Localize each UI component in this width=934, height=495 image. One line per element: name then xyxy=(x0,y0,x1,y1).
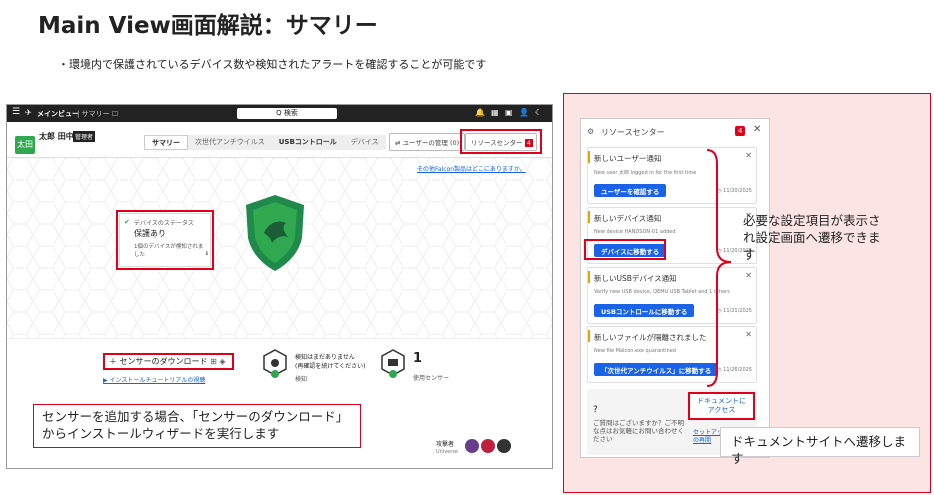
detection-icon xyxy=(263,349,287,378)
attacker-sub: Universe xyxy=(436,449,458,455)
search-input[interactable]: Q 検索 xyxy=(237,108,337,119)
tab-devices[interactable]: デバイス xyxy=(344,135,386,150)
go-to-ngav-button[interactable]: 「次世代アンチウイルス」に移動する xyxy=(594,363,719,376)
resource-icon: ⚙ xyxy=(587,127,595,136)
attacker-avatar-1[interactable] xyxy=(465,439,479,453)
divider xyxy=(7,338,552,339)
menu-label[interactable]: メインビュー xyxy=(37,109,79,119)
role-badge: 管理者 xyxy=(73,131,96,142)
attacker-avatar-2[interactable] xyxy=(481,439,495,453)
help-question: ご質問はございますか？ご不明な点はお気軽にお問い合わせください xyxy=(593,419,684,443)
sensors-value: 1 xyxy=(413,351,423,366)
bracket-icon xyxy=(706,149,732,387)
view-tabs: サマリー 次世代アンチウイルス USBコントロール デバイス xyxy=(144,135,386,150)
sensor-callout: センサーを追加する場合、「センサーのダウンロード」からインストールウィザードを実… xyxy=(33,404,361,448)
bell-icon[interactable]: 🔔 xyxy=(475,108,485,117)
sensor-download-button[interactable]: ＋ センサーのダウンロード ⊞ ◈ xyxy=(103,353,234,370)
settings-callout: 必要な設定項目が表示され設定画面へ遷移できます xyxy=(743,213,881,262)
user-management-button[interactable]: ⇄ ユーザーの管理 (0) xyxy=(389,133,466,151)
install-tutorial-link[interactable]: ▶ インストールチュートリアルの視聴 xyxy=(103,375,205,384)
help-icon[interactable]: ▣ xyxy=(505,108,513,117)
close-icon[interactable]: ✕ xyxy=(745,151,752,160)
panel-title: リソースセンター xyxy=(601,128,665,137)
other-products-link[interactable]: その他Falcon製品はどこにありますか。 xyxy=(417,164,526,173)
falcon-logo-icon: ✈ xyxy=(25,108,32,117)
sensor-icon xyxy=(381,349,405,378)
close-icon[interactable]: ✕ xyxy=(745,330,752,339)
attacker-label: 攻撃者 xyxy=(436,441,455,448)
close-icon[interactable]: ✕ xyxy=(745,271,752,280)
detection-sub: (再確認を続けてください) xyxy=(295,363,366,370)
breadcrumb: | サマリー ☐ xyxy=(77,110,119,118)
go-to-usb-button[interactable]: USBコントロールに移動する xyxy=(594,304,695,317)
highlight-device-button xyxy=(584,239,666,260)
highlight-device-status xyxy=(116,210,214,270)
highlight-resource-center xyxy=(460,129,542,154)
grid-icon[interactable]: ▦ xyxy=(491,108,499,117)
tab-ngav[interactable]: 次世代アンチウイルス xyxy=(188,135,272,150)
sensors-label: 使用センサー xyxy=(413,375,450,382)
user-icon[interactable]: 👤 xyxy=(519,108,529,117)
close-icon[interactable]: ✕ xyxy=(753,124,761,135)
top-bar: ☰ ✈ メインビュー | サマリー ☐ Q 検索 🔔 ▦ ▣ 👤 ☾ xyxy=(7,105,552,122)
docs-callout: ドキュメントサイトへ遷移します xyxy=(720,427,920,466)
docs-access-button[interactable]: ドキュメントにアクセス xyxy=(688,392,755,420)
question-icon: ? xyxy=(593,405,598,415)
hamburger-icon[interactable]: ☰ xyxy=(12,107,20,117)
attacker-avatar-3[interactable] xyxy=(497,439,511,453)
detection-label: 検知 xyxy=(295,376,308,383)
tab-summary[interactable]: サマリー xyxy=(144,135,188,150)
check-user-button[interactable]: ユーザーを確認する xyxy=(594,184,667,197)
slide-subtitle: ・環境内で保護されているデバイス数や検知されたアラートを確認することが可能です xyxy=(58,58,487,71)
tab-usb[interactable]: USBコントロール xyxy=(272,135,344,150)
os-icons: ⊞ ◈ xyxy=(210,357,226,366)
user-name: 太郎 田中 xyxy=(39,132,74,141)
panel-badge: 4 xyxy=(735,126,746,136)
avatar: 太田 xyxy=(15,136,35,154)
shield-icon xyxy=(246,195,304,271)
slide-title: Main View画面解説：サマリー xyxy=(38,13,378,39)
moon-icon[interactable]: ☾ xyxy=(535,108,542,117)
detection-title: 検知はまだありません xyxy=(295,354,355,361)
